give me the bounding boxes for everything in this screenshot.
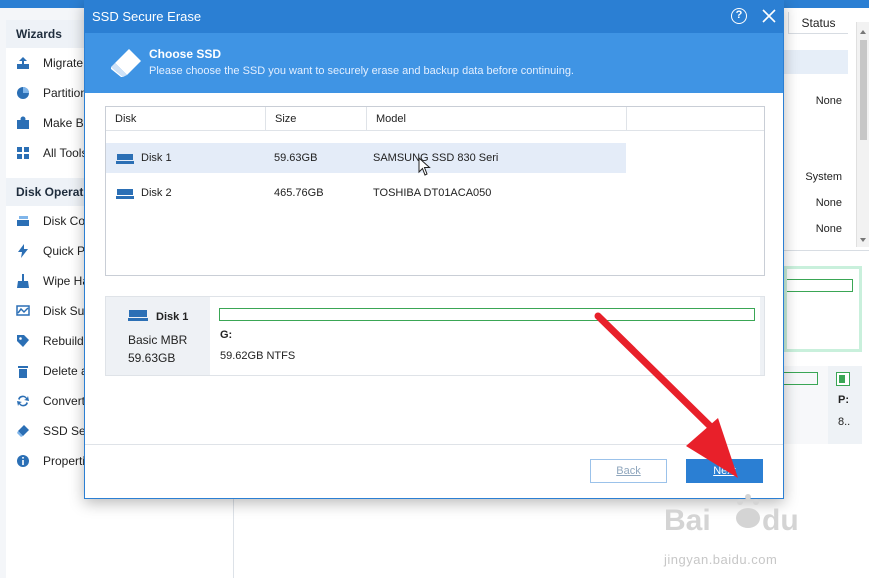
disk-icon [116,153,134,165]
partition-info: 59.62GB NTFS [220,350,296,362]
next-button-label: Next [713,465,736,477]
disk-table: Disk Size Model Disk 1 59.63GB SAMSUNG S… [105,106,765,276]
column-header-model[interactable]: Model [367,107,627,131]
selected-partition-row[interactable] [784,50,848,74]
header-title: Choose SSD [149,47,222,61]
column-header-size[interactable]: Size [266,107,367,131]
disk-map-size: 59.63GB [128,351,176,365]
disk-icon [128,309,148,322]
close-icon [762,9,776,23]
disk-map-type: Basic MBR [128,333,188,347]
properties-icon [16,454,30,468]
eraser-icon [109,47,143,77]
status-value: None [815,223,842,235]
column-header-disk[interactable]: Disk [106,107,266,131]
disk-size: 59.63GB [274,152,318,164]
sidebar-item-label: Partition [43,86,88,100]
divider [784,250,869,251]
wipe-icon [16,274,30,288]
help-button[interactable]: ? [731,8,747,24]
disk-map-card[interactable] [784,266,862,352]
disk-model: SAMSUNG SSD 830 Seri [373,152,499,164]
partition-size: 8.. [838,416,851,428]
surface-test-icon [16,304,30,318]
header-subtitle: Please choose the SSD you want to secure… [149,65,574,77]
status-value: None [815,197,842,209]
rebuild-mbr-icon [16,334,30,348]
disk-icon [836,372,850,386]
disk-map: Disk 1 Basic MBR 59.63GB G: 59.62GB NTFS [105,296,765,376]
dialog-title: SSD Secure Erase [92,9,202,24]
all-tools-icon [16,146,30,160]
partition-bar [787,279,853,292]
scroll-down-icon[interactable] [860,238,866,242]
disk-model: TOSHIBA DT01ACA050 [373,187,492,199]
partition-list-scrollbar[interactable] [856,22,869,247]
disk-size: 465.76GB [274,187,324,199]
make-bootable-icon [16,116,30,130]
footer-divider [85,444,783,445]
back-button-label: Back [616,465,641,477]
next-button[interactable]: Next [686,459,763,483]
disk-name: Disk 2 [141,187,172,199]
disk-copy-icon [16,214,30,228]
disk-info-card: P: 8.. [828,366,862,444]
table-row[interactable]: Disk 2 465.76GB TOSHIBA DT01ACA050 [106,178,626,208]
sidebar-item-label: Wipe Ha [43,274,90,288]
disk-icon [116,188,134,200]
partition-letter: P: [838,394,849,406]
migrate-icon [16,56,30,70]
partition-icon [16,86,30,100]
disk-map-name: Disk 1 [156,311,189,323]
disk-info[interactable]: Disk 1 Basic MBR 59.63GB [106,297,210,375]
sidebar-item-label: Delete a [43,364,88,378]
table-row[interactable]: Disk 1 59.63GB SAMSUNG SSD 830 Seri [106,143,626,173]
scroll-up-icon[interactable] [860,30,866,34]
partition-letter: G: [220,329,233,341]
status-column-header[interactable]: Status [788,12,848,34]
sidebar-item-label: Convert [43,394,86,408]
disk-map-card[interactable]: P: 8.. [784,366,862,444]
partition-block[interactable]: G: 59.62GB NTFS [210,297,760,375]
partition-usage-bar [219,308,755,321]
delete-icon [16,364,30,378]
table-header: Disk Size Model [106,107,764,131]
dialog-header-band: Choose SSD Please choose the SSD you wan… [85,33,783,93]
mouse-cursor-icon [418,157,432,177]
sidebar-item-label: All Tools [43,146,88,160]
status-value: None [815,95,842,107]
quick-partition-icon [16,244,30,258]
close-button[interactable] [759,6,779,26]
scrollbar-thumb[interactable] [860,40,867,140]
ssd-secure-erase-icon [16,424,30,438]
ssd-secure-erase-dialog: SSD Secure Erase ? Choose SSD Please cho… [84,0,784,499]
convert-icon [16,394,30,408]
back-button[interactable]: Back [590,459,667,483]
status-value: System [805,171,842,183]
dialog-title-bar[interactable]: SSD Secure Erase ? [85,1,783,33]
partition-bar [784,372,818,385]
disk-name: Disk 1 [141,152,172,164]
